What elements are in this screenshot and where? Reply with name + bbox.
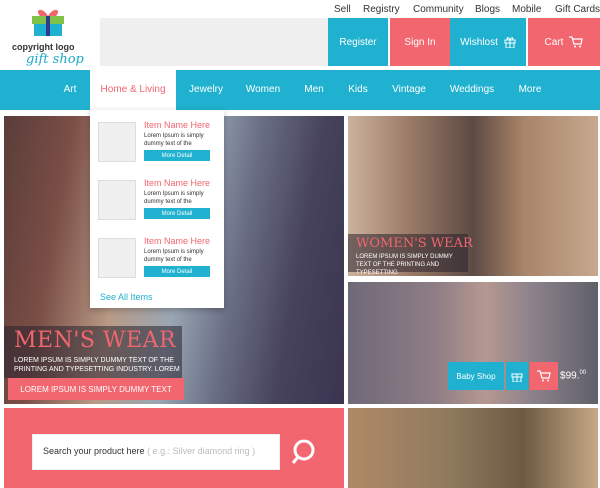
cart-icon — [537, 370, 551, 382]
baby-add-to-cart-button[interactable] — [530, 362, 558, 390]
sign-in-button[interactable]: Sign In — [390, 18, 450, 66]
product-search-input[interactable]: Search your product here ( e.g.: Silver … — [32, 434, 280, 470]
nav-item-home-living[interactable]: Home & Living — [90, 70, 176, 110]
top-link-blogs[interactable]: Blogs — [475, 4, 500, 15]
item-name: Item Name Here — [144, 178, 211, 188]
search-button[interactable] — [284, 432, 324, 472]
nav-item-more[interactable]: More — [508, 70, 552, 110]
womens-wear-title: WOMEN'S WEAR — [356, 236, 473, 251]
item-description: Lorem Ipsum is simply dummy text of the — [144, 249, 204, 263]
item-name: Item Name Here — [144, 120, 211, 130]
top-link-registry[interactable]: Registry — [363, 4, 400, 15]
nav-item-kids[interactable]: Kids — [338, 70, 378, 110]
womens-wear-subtitle: LOREM IPSUM IS SIMPLY DUMMY TEXT OF THE … — [356, 254, 453, 276]
home-living-dropdown: Item Name Here Lorem Ipsum is simply dum… — [90, 110, 224, 308]
search-icon — [291, 439, 315, 464]
more-detail-button[interactable]: More Detail — [144, 266, 210, 277]
nav-item-vintage[interactable]: Vintage — [382, 70, 436, 110]
search-label: Search your product here — [43, 446, 145, 456]
baby-wishlist-button[interactable] — [506, 362, 528, 390]
cart-label: Cart — [544, 36, 564, 48]
gift-icon — [511, 373, 523, 382]
gift-box-icon — [32, 9, 64, 36]
header-search-area[interactable] — [100, 18, 328, 66]
nav-item-weddings[interactable]: Weddings — [440, 70, 504, 110]
nav-item-art[interactable]: Art — [52, 70, 88, 110]
item-description: Lorem Ipsum is simply dummy text of the — [144, 133, 204, 147]
mens-wear-subtitle: LOREM IPSUM IS SIMPLY DUMMY TEXT OF THE … — [14, 357, 180, 373]
register-label: Register — [339, 36, 377, 48]
top-link-gift-cards[interactable]: Gift Cards — [555, 4, 600, 15]
search-placeholder: ( e.g.: Silver diamond ring ) — [147, 446, 256, 456]
cart-icon — [569, 36, 584, 48]
product-thumbnail — [98, 122, 136, 162]
womens-wear-banner[interactable]: WOMEN'S WEAR LOREM IPSUM IS SIMPLY DUMMY… — [348, 116, 598, 276]
dropdown-item[interactable]: Item Name Here Lorem Ipsum is simply dum… — [98, 176, 216, 224]
product-thumbnail — [98, 238, 136, 278]
nav-item-women[interactable]: Women — [236, 70, 290, 110]
top-link-sell[interactable]: Sell — [334, 4, 351, 15]
dropdown-item[interactable]: Item Name Here Lorem Ipsum is simply dum… — [98, 234, 216, 282]
logo-text: copyright logo — [12, 42, 75, 52]
main-nav: Art Home & Living Jewelry Women Men Kids… — [0, 70, 600, 110]
promo-image-panel[interactable] — [348, 408, 598, 488]
more-detail-button[interactable]: More Detail — [144, 150, 210, 161]
price-cents: 00 — [579, 370, 587, 376]
more-detail-button[interactable]: More Detail — [144, 208, 210, 219]
baby-shop-banner[interactable]: Baby Shop $99.00 — [348, 282, 598, 404]
wishlist-button[interactable]: Wishlost — [450, 18, 526, 66]
register-button[interactable]: Register — [328, 18, 388, 66]
gift-icon — [504, 37, 516, 48]
nav-item-jewelry[interactable]: Jewelry — [180, 70, 232, 110]
sign-in-label: Sign In — [404, 36, 436, 48]
logo-wordmark: gift shop — [26, 52, 84, 67]
mens-wear-title: MEN'S WEAR — [14, 328, 177, 353]
product-search-panel: Search your product here ( e.g.: Silver … — [4, 408, 344, 488]
baby-shop-button[interactable]: Baby Shop — [448, 362, 504, 390]
dropdown-item[interactable]: Item Name Here Lorem Ipsum is simply dum… — [98, 118, 216, 166]
wishlist-label: Wishlost — [460, 36, 498, 48]
product-thumbnail — [98, 180, 136, 220]
baby-price: $99.00 — [560, 370, 587, 382]
see-all-items-link[interactable]: See All Items — [100, 292, 153, 302]
top-link-community[interactable]: Community — [413, 4, 464, 15]
nav-item-men[interactable]: Men — [294, 70, 334, 110]
price-main: 99 — [565, 370, 577, 382]
item-name: Item Name Here — [144, 236, 211, 246]
mens-wear-cta-button[interactable]: LOREM IPSUM IS SIMPLY DUMMY TEXT — [8, 378, 184, 400]
logo[interactable]: copyright logo gift shop — [8, 8, 88, 67]
item-description: Lorem Ipsum is simply dummy text of the — [144, 191, 204, 205]
cart-button[interactable]: Cart — [528, 18, 600, 66]
top-link-mobile[interactable]: Mobile — [512, 4, 541, 15]
